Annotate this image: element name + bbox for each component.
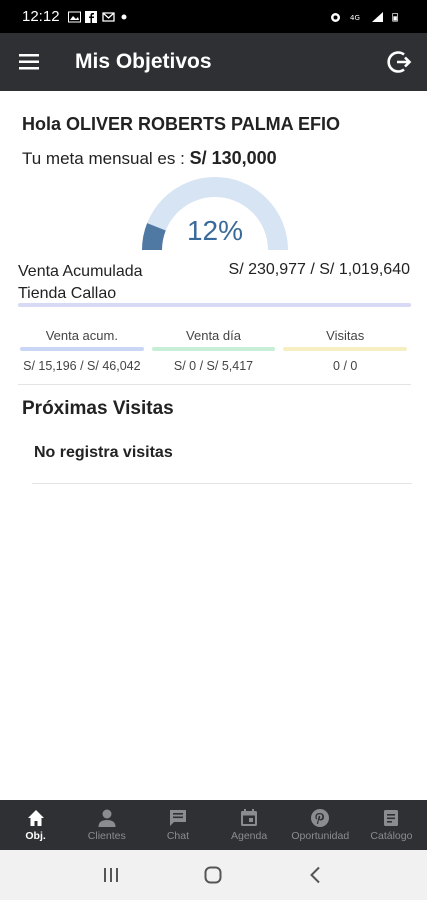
svg-text:4G: 4G [350, 14, 360, 22]
catalog-icon [384, 810, 399, 826]
accumulated-sales-title: Venta Acumulada [18, 263, 143, 280]
metrics-row: Venta acum. S/ 15,196 / S/ 46,042 Venta … [16, 328, 411, 373]
tab-label: Obj. [25, 830, 46, 842]
metric-venta-acum: Venta acum. S/ 15,196 / S/ 46,042 [16, 328, 148, 373]
tab-catalogo[interactable]: Catálogo [356, 800, 427, 850]
tab-clientes[interactable]: Clientes [71, 800, 142, 850]
facebook-icon [84, 10, 97, 23]
gauge-percent: 12% [186, 215, 244, 246]
status-bar: 12:12 4G [0, 0, 427, 33]
signal-icon [372, 11, 383, 22]
accumulated-sales-value: S/ 230,977 / S/ 1,019,640 [228, 261, 410, 278]
status-time: 12:12 [22, 8, 60, 25]
metric-value: S/ 0 / S/ 5,417 [173, 359, 254, 373]
wifi-icon: 4G [350, 14, 360, 22]
chat-icon [169, 810, 186, 826]
tab-label: Agenda [231, 830, 268, 842]
tab-label: Catálogo [370, 830, 413, 842]
logout-icon[interactable] [387, 49, 413, 75]
metric-label: Visitas [326, 328, 365, 343]
hamburger-icon [19, 54, 39, 70]
app-bar: Mis Objetivos [0, 33, 427, 91]
person-icon [98, 809, 116, 827]
tab-label: Chat [166, 830, 190, 842]
tab-chat[interactable]: Chat [142, 800, 213, 850]
metric-value: S/ 15,196 / S/ 46,042 [23, 359, 141, 373]
metric-venta-dia: Venta día S/ 0 / S/ 5,417 [148, 328, 280, 373]
monthly-goal: Tu meta mensual es : S/ 130,000 [22, 148, 277, 169]
menu-button[interactable] [0, 33, 60, 91]
metric-bar [20, 347, 144, 351]
metric-visitas: Visitas 0 / 0 [279, 328, 411, 373]
gmail-icon [101, 11, 115, 22]
divider [18, 384, 411, 385]
pinterest-icon [311, 809, 330, 827]
metric-label: Venta acum. [45, 328, 118, 343]
tab-agenda[interactable]: Agenda [214, 800, 285, 850]
metric-label: Venta día [186, 328, 241, 343]
divider [32, 483, 412, 484]
calendar-icon [241, 809, 258, 826]
dot-icon [121, 14, 127, 19]
tab-label: Oportunidad [291, 830, 350, 842]
monthly-goal-label: Tu meta mensual es : [22, 149, 185, 168]
home-icon [27, 810, 44, 826]
battery-icon [392, 12, 398, 21]
greeting: Hola OLIVER ROBERTS PALMA EFIO [22, 114, 341, 134]
system-nav-bar [0, 850, 427, 900]
no-visits-message: No registra visitas [34, 444, 173, 461]
recents-icon[interactable] [101, 865, 121, 885]
store-name: Tienda Callao [18, 285, 117, 302]
accumulated-sales-bar [18, 303, 411, 307]
bottom-tab-bar: Obj. Clientes Chat Agenda Oportunidad Ca… [0, 800, 427, 850]
tab-oportunidad[interactable]: Oportunidad [285, 800, 356, 850]
alarm-icon [331, 12, 340, 22]
metric-bar [283, 347, 408, 351]
monthly-goal-amount: S/ 130,000 [189, 148, 277, 168]
page-title: Mis Objetivos [75, 50, 212, 73]
back-icon[interactable] [306, 865, 326, 885]
tab-obj[interactable]: Obj. [0, 800, 71, 850]
image-icon [67, 11, 81, 22]
tab-label: Clientes [87, 830, 126, 842]
metric-bar [151, 347, 276, 351]
accumulated-sales-label: Venta Acumulada Tienda Callao [18, 261, 143, 305]
upcoming-visits-title: Próximas Visitas [22, 398, 174, 419]
home-button-icon[interactable] [203, 865, 223, 885]
metric-value: 0 / 0 [333, 359, 358, 373]
